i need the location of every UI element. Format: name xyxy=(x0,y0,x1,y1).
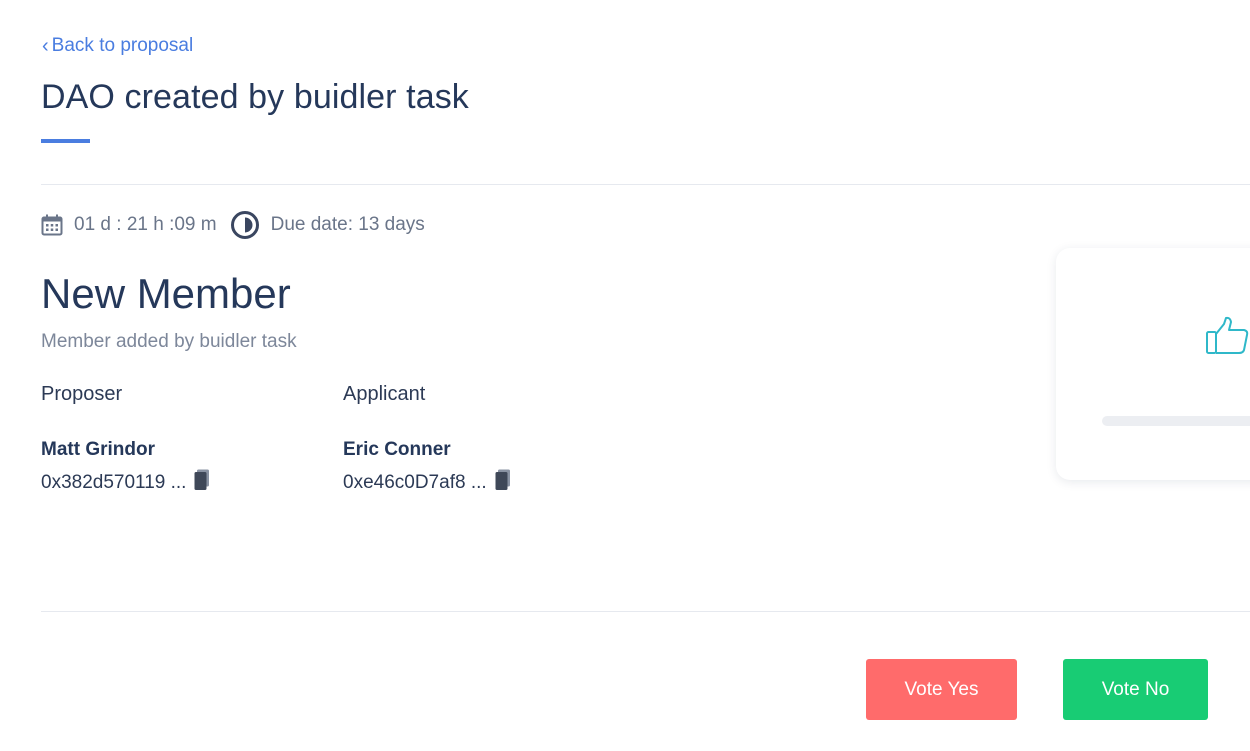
copy-icon[interactable] xyxy=(194,469,210,497)
vote-progress-bar xyxy=(1102,416,1250,426)
proposer-name: Matt Grindor xyxy=(41,439,155,460)
applicant-section: Applicant Eric Conner 0xe46c0D7af8 ... xyxy=(343,383,511,497)
countdown-text: 01 d : 21 h :09 m xyxy=(74,214,217,235)
divider xyxy=(41,184,1250,185)
proposer-address: 0x382d570119 ... xyxy=(41,472,187,493)
thumbs-up-icon xyxy=(1204,316,1250,361)
title-underline xyxy=(41,139,90,143)
vote-summary-card xyxy=(1056,248,1250,480)
applicant-address: 0xe46c0D7af8 ... xyxy=(343,472,487,493)
copy-icon[interactable] xyxy=(495,469,511,497)
proposal-title: New Member xyxy=(41,270,291,317)
vote-yes-button[interactable]: Vote Yes xyxy=(866,659,1017,720)
back-link-label: Back to proposal xyxy=(51,35,194,56)
applicant-label: Applicant xyxy=(343,383,426,405)
divider xyxy=(41,611,1250,612)
back-to-proposal-link[interactable]: ‹ Back to proposal xyxy=(42,35,193,57)
chevron-left-icon: ‹ xyxy=(42,35,49,57)
calendar-icon xyxy=(41,214,63,236)
proposer-section: Proposer Matt Grindor 0x382d570119 ... xyxy=(41,383,210,497)
vote-no-button[interactable]: Vote No xyxy=(1063,659,1208,720)
due-date-text: Due date: 13 days xyxy=(270,214,425,235)
applicant-name: Eric Conner xyxy=(343,439,451,460)
proposal-subtitle: Member added by buidler task xyxy=(41,331,297,352)
proposer-label: Proposer xyxy=(41,383,123,405)
proposal-meta: 01 d : 21 h :09 m Due date: 13 days xyxy=(41,210,425,240)
clock-icon xyxy=(230,210,260,240)
page-title: DAO created by buidler task xyxy=(41,78,469,116)
